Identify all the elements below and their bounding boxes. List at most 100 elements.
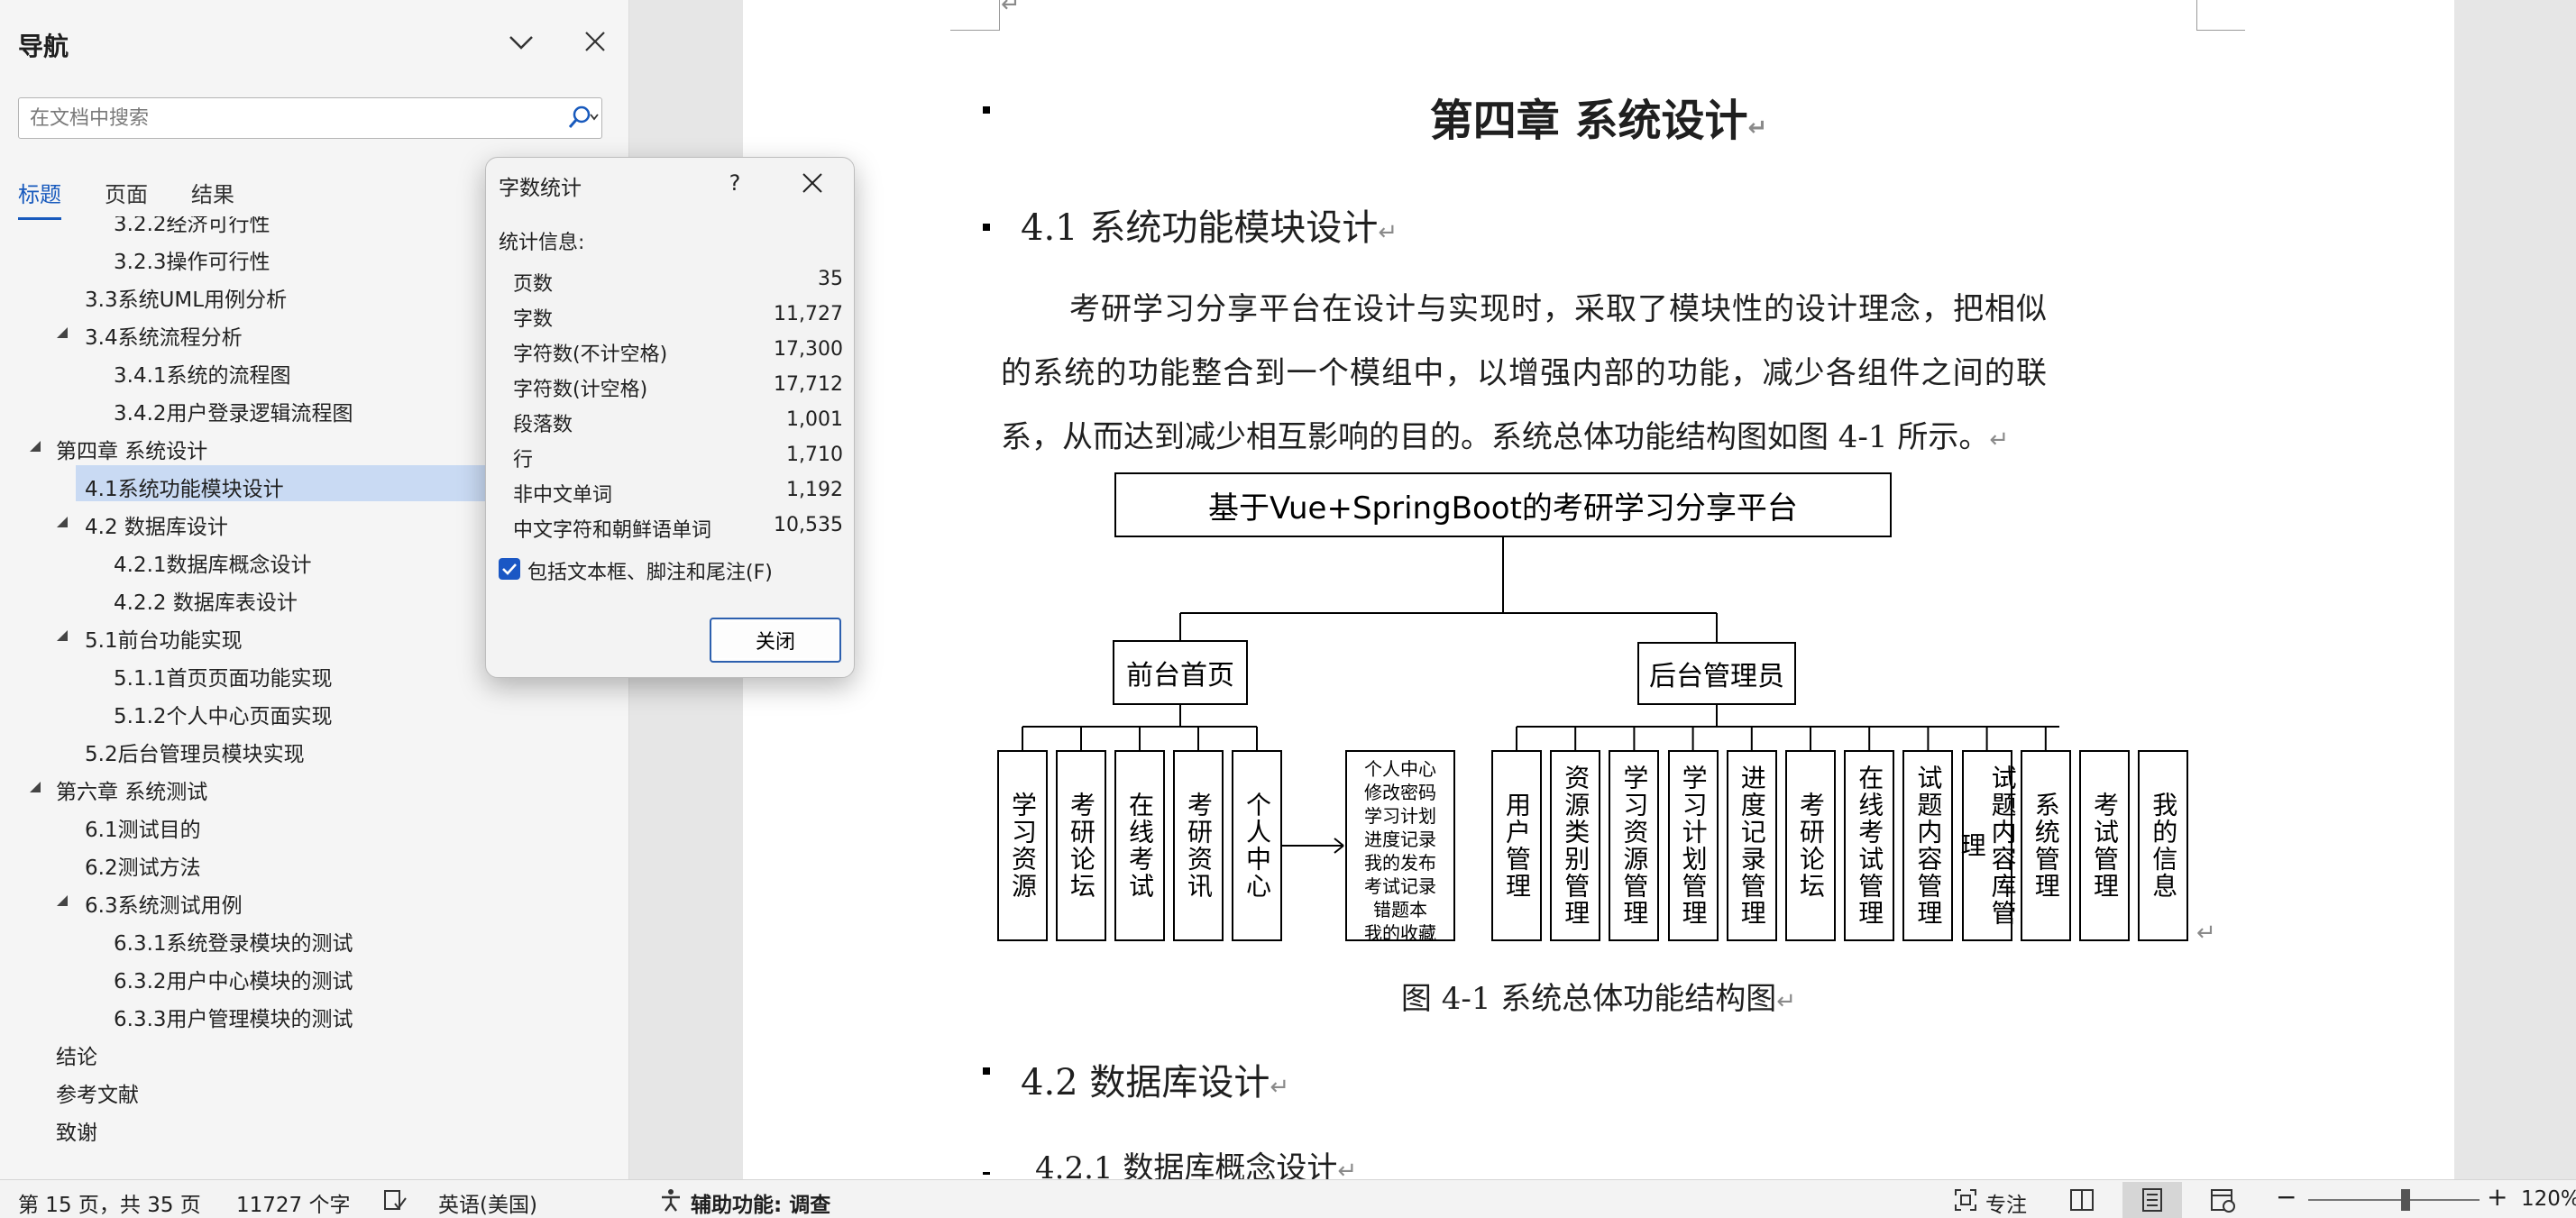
focus-mode-icon[interactable] [1953, 1187, 1978, 1213]
diagram-admin-leaf: 试题内容管理 [1902, 750, 1954, 941]
accessibility-status[interactable]: 辅助功能: 调查 [691, 1187, 830, 1218]
nav-tree-item-label: 结论 [56, 1046, 97, 1069]
page-count-status[interactable]: 第 15 页，共 35 页 [18, 1187, 201, 1218]
statistic-label: 页数 [513, 273, 554, 296]
nav-tree-item[interactable]: 6.2测试方法 [0, 844, 628, 880]
dialog-close-icon[interactable] [791, 165, 834, 201]
diagram-admin-leaf: 资源类别管理 [1550, 750, 1601, 941]
diagram-admin-leaf: 试题内容库管理 [1957, 750, 2018, 941]
search-icon[interactable] [567, 104, 600, 133]
diagram-admin-leaf: 学习计划管理 [1667, 750, 1719, 941]
nav-options-chevron-down-icon[interactable] [505, 25, 537, 58]
chapter-title[interactable]: 第四章 系统设计↵ [743, 85, 2454, 148]
nav-close-icon[interactable] [579, 25, 611, 58]
diagram-frontend-leaf: 学习资源 [997, 750, 1048, 941]
include-textboxes-label[interactable]: 包括文本框、脚注和尾注(F) [527, 556, 773, 585]
diagram-connector [1334, 845, 1344, 854]
include-textboxes-checkbox[interactable] [499, 558, 520, 580]
paragraph-mark: ↵ [1001, 0, 1021, 18]
language-status[interactable]: 英语(美国) [438, 1187, 537, 1218]
diagram-frontend-leaf: 在线考试 [1114, 750, 1165, 941]
zoom-level[interactable]: 120% [2521, 1187, 2576, 1211]
expanded-triangle-icon[interactable] [56, 515, 69, 527]
zoom-slider-thumb[interactable] [2401, 1189, 2411, 1211]
nav-tree-item-label: 6.3系统测试用例 [85, 894, 243, 918]
help-button[interactable]: ? [717, 165, 753, 201]
focus-mode-label[interactable]: 专注 [1985, 1187, 2027, 1218]
diagram-frontend-leaf: 个人中心 [1232, 750, 1282, 941]
nav-tree-item[interactable]: 参考文献 [0, 1071, 628, 1107]
section-heading-4-2[interactable]: 4.2 数据库设计↵ [1021, 1053, 1289, 1105]
statistic-label: 中文字符和朝鲜语单词 [513, 519, 712, 542]
nav-tree-item[interactable]: 结论 [0, 1033, 628, 1069]
body-paragraph[interactable]: 考研学习分享平台在设计与实现时，采取了模块性的设计理念，把相似的系统的功能整合到… [1001, 278, 2047, 472]
nav-tree-item[interactable]: 5.2后台管理员模块实现 [0, 730, 628, 766]
nav-tree-item[interactable]: 6.3系统测试用例 [0, 882, 628, 918]
statistic-row: 段落数 1,001 [513, 403, 843, 437]
nav-tree-item[interactable]: 致谢 [0, 1109, 628, 1145]
statistic-row: 字符数(不计空格) 17,300 [513, 333, 843, 367]
statistic-value: 11,727 [774, 303, 843, 325]
nav-tree-item[interactable]: 6.3.2用户中心模块的测试 [0, 957, 628, 994]
document-page[interactable]: ↵ 第四章 系统设计↵ 4.1 系统功能模块设计↵ 考研学习分享平台在设计与实现… [743, 0, 2454, 1179]
nav-tree-item-label: 5.2后台管理员模块实现 [85, 743, 305, 766]
nav-tree-item[interactable]: 5.1.2个人中心页面实现 [0, 692, 628, 728]
expanded-triangle-icon[interactable] [29, 439, 41, 452]
figure-caption[interactable]: 图 4-1 系统总体功能结构图↵ [743, 974, 2454, 1018]
tab-results[interactable]: 结果 [191, 177, 234, 217]
expanded-triangle-icon[interactable] [56, 325, 69, 338]
collapse-bullet[interactable] [983, 1067, 990, 1075]
section-heading-4-2-1[interactable]: 4.2.1 数据库概念设计↵ [1035, 1143, 1357, 1179]
dialog-title: 字数统计 [499, 177, 582, 200]
print-layout-button[interactable] [2122, 1182, 2182, 1218]
proofing-icon[interactable] [382, 1187, 408, 1213]
zoom-slider-track[interactable] [2308, 1199, 2480, 1201]
statistic-row: 中文字符和朝鲜语单词 10,535 [513, 508, 843, 543]
web-layout-button[interactable] [2193, 1182, 2252, 1218]
nav-tree-item-label: 参考文献 [56, 1084, 139, 1107]
statistic-label: 字符数(计空格) [513, 379, 648, 401]
tab-pages[interactable]: 页面 [105, 177, 148, 217]
expanded-triangle-icon[interactable] [29, 780, 41, 792]
nav-tree-item-label: 4.1系统功能模块设计 [85, 478, 284, 501]
accessibility-icon[interactable] [658, 1187, 683, 1213]
nav-tree-item[interactable]: 6.1测试目的 [0, 806, 628, 842]
nav-tree-item[interactable]: 6.3.1系统登录模块的测试 [0, 920, 628, 956]
section-heading-4-1[interactable]: 4.1 系统功能模块设计↵ [1021, 198, 1398, 251]
word-count-status[interactable]: 11727 个字 [236, 1187, 350, 1218]
nav-tree-item-label: 3.4.2用户登录逻辑流程图 [114, 402, 353, 426]
word-count-dialog: 字数统计 ? 统计信息: 页数 35 字数 11,727 字符数(不计空格) 17,300… [485, 157, 855, 678]
diagram-frontend-leaf: 考研资讯 [1173, 750, 1224, 941]
read-mode-icon [2070, 1189, 2094, 1211]
search-input[interactable] [19, 98, 542, 138]
zoom-in-button[interactable]: + [2487, 1182, 2507, 1212]
diagram-admin-leaf: 进度记录管理 [1726, 750, 1777, 941]
expanded-triangle-icon[interactable] [56, 628, 69, 641]
tab-headings[interactable]: 标题 [18, 177, 61, 220]
nav-tree-item[interactable]: 第六章 系统测试 [0, 768, 628, 804]
nav-tree-item-label: 第六章 系统测试 [56, 781, 208, 804]
nav-tree-item-label: 4.2.1数据库概念设计 [114, 554, 312, 577]
diagram-admin-leaf: 系统管理 [2020, 750, 2071, 941]
expanded-triangle-icon[interactable] [56, 893, 69, 906]
nav-tree-item-label: 4.2.2 数据库表设计 [114, 591, 298, 615]
collapse-bullet[interactable] [983, 224, 990, 231]
nav-tree-item[interactable]: 6.3.3用户管理模块的测试 [0, 995, 628, 1031]
nav-search-box [18, 97, 602, 139]
diagram-admin-leaf: 用户管理 [1491, 750, 1542, 941]
zoom-out-button[interactable]: − [2276, 1182, 2296, 1212]
crop-mark [950, 30, 999, 31]
nav-tree-item-label: 6.1测试目的 [85, 819, 201, 842]
collapse-bullet[interactable] [983, 1172, 990, 1175]
close-button[interactable]: 关闭 [710, 618, 841, 663]
nav-tree-item-label: 6.2测试方法 [85, 856, 201, 880]
crop-mark [2196, 0, 2197, 31]
diagram-admin-leaf: 考试管理 [2079, 750, 2130, 941]
read-mode-button[interactable] [2052, 1182, 2112, 1218]
diagram-admin-leaf: 我的信息 [2138, 750, 2189, 941]
nav-tree-item-label: 3.2.2经济可行性 [114, 216, 270, 236]
function-structure-diagram[interactable]: 基于Vue+SpringBoot的考研学习分享平台 前台首页 后台管理员 学习资… [995, 469, 2189, 956]
print-layout-icon [2142, 1188, 2162, 1212]
nav-tree-item-label: 5.1.1首页页面功能实现 [114, 667, 333, 691]
nav-title: 导航 [18, 32, 69, 61]
